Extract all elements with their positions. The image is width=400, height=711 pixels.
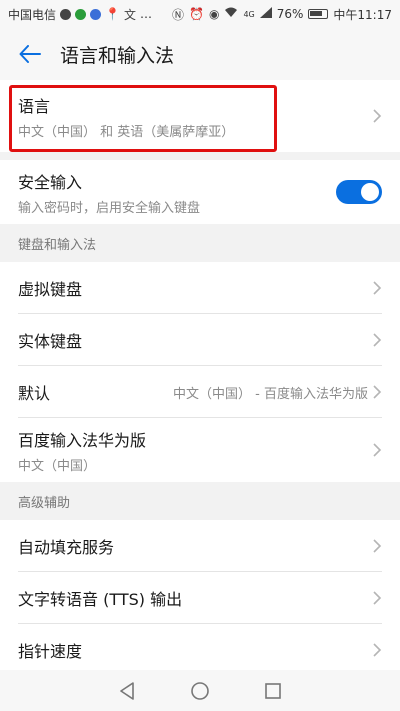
virtual-keyboard-row[interactable]: 虚拟键盘 (0, 262, 400, 314)
chevron-right-icon (373, 333, 382, 347)
baidu-input-row[interactable]: 百度输入法华为版 中文（中国） (0, 418, 400, 482)
language-subtitle: 中文（中国） 和 英语（美属萨摩亚） (18, 124, 235, 140)
status-left: 中国电信 📍 文 … (8, 6, 152, 23)
browser-icon (90, 8, 102, 20)
tts-label: 文字转语音 (TTS) 输出 (18, 590, 183, 609)
physical-keyboard-row[interactable]: 实体键盘 (0, 314, 400, 366)
location-icon: 📍 (105, 7, 120, 21)
pointer-speed-row[interactable]: 指针速度 (0, 624, 400, 670)
chevron-right-icon (373, 443, 382, 457)
language-title: 语言 (18, 96, 51, 116)
arrow-left-icon (19, 45, 41, 63)
status-right: Ⓝ ⏰ ◉ 4G 76% 中午11:17 (172, 6, 392, 23)
square-recents-icon (265, 682, 282, 699)
circle-home-icon (191, 681, 209, 700)
baidu-input-subtitle: 中文（中国） (18, 458, 97, 474)
secure-input-subtitle: 输入密码时，启用安全输入键盘 (18, 200, 201, 216)
spacer (0, 152, 400, 160)
back-button[interactable] (0, 28, 60, 80)
nav-recents-button[interactable] (261, 679, 285, 703)
more-notifications: … (139, 7, 152, 21)
wifi-icon (224, 7, 238, 21)
physical-keyboard-label: 实体键盘 (18, 332, 83, 351)
virtual-keyboard-label: 虚拟键盘 (18, 280, 83, 299)
page-title: 语言和输入法 (60, 44, 175, 67)
default-input-label: 默认 (18, 384, 51, 403)
chevron-right-icon (373, 643, 382, 657)
battery-percent: 76% (276, 7, 304, 21)
navigation-bar (0, 670, 400, 711)
alarm-icon: ⏰ (189, 7, 204, 21)
app-bar: 语言和输入法 (0, 28, 400, 80)
nfc-icon: Ⓝ (171, 7, 184, 22)
secure-input-toggle[interactable] (336, 180, 382, 204)
tts-row[interactable]: 文字转语音 (TTS) 输出 (0, 572, 400, 624)
signal-icon (259, 7, 272, 21)
nav-home-button[interactable] (188, 679, 212, 703)
settings-list: 语言 中文（中国） 和 英语（美属萨摩亚） 安全输入 输入密码时，启用安全输入键… (0, 80, 400, 670)
status-bar: 中国电信 📍 文 … Ⓝ ⏰ ◉ 4G 76% 中午11:17 (0, 0, 400, 28)
secure-input-row[interactable]: 安全输入 输入密码时，启用安全输入键盘 (0, 160, 400, 224)
carrier-label: 中国电信 (8, 7, 57, 22)
autofill-label: 自动填充服务 (18, 538, 115, 557)
eye-comfort-icon: ◉ (208, 7, 220, 21)
secure-input-title: 安全输入 (18, 172, 83, 192)
baidu-input-title: 百度输入法华为版 (18, 430, 147, 450)
chevron-right-icon (373, 591, 382, 605)
triangle-back-icon (119, 681, 134, 700)
default-input-value: 中文（中国） - 百度输入法华为版 (173, 386, 368, 402)
clock: 中午11:17 (333, 7, 392, 22)
chevron-right-icon (373, 281, 382, 295)
battery-icon (308, 9, 329, 19)
translate-icon: 文 (123, 7, 136, 22)
chevron-right-icon (373, 539, 382, 553)
pointer-speed-label: 指针速度 (18, 642, 83, 661)
default-input-row[interactable]: 默认 中文（中国） - 百度输入法华为版 (0, 366, 400, 418)
language-row[interactable]: 语言 中文（中国） 和 英语（美属萨摩亚） (0, 80, 400, 152)
wechat-icon (60, 8, 72, 20)
advanced-section-header: 高级辅助 (0, 482, 400, 520)
keyboard-section-header: 键盘和输入法 (0, 224, 400, 262)
chevron-right-icon (373, 385, 382, 399)
nav-back-button[interactable] (115, 679, 139, 703)
chevron-right-icon (373, 109, 382, 123)
autofill-row[interactable]: 自动填充服务 (0, 520, 400, 572)
network-type-label: 4G (243, 9, 255, 19)
app-notification-icon (75, 8, 87, 20)
